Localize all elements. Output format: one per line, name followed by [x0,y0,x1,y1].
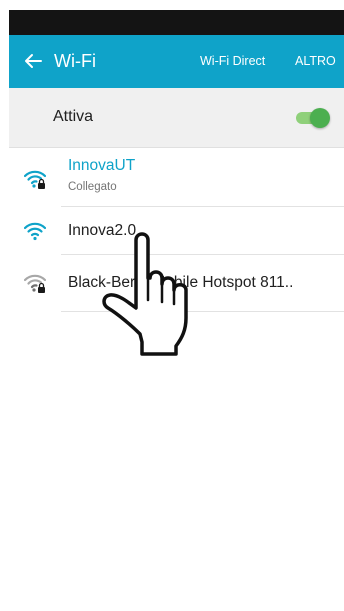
wifi-switch[interactable] [293,107,331,129]
app-bar: Wi-Fi Wi-Fi Direct ALTRO [9,35,344,88]
network-item-innovaut[interactable]: InnovaUT Collegato [9,148,344,206]
wifi-lock-icon [24,170,46,189]
status-bar [9,10,344,35]
wifi-direct-button[interactable]: Wi-Fi Direct [200,53,265,69]
network-status: Collegato [68,181,117,193]
more-button[interactable]: ALTRO [295,53,336,69]
pointing-hand-icon [102,232,188,356]
switch-thumb [310,108,330,128]
network-name: InnovaUT [68,157,136,174]
page-title: Wi-Fi [54,51,96,71]
back-arrow-icon[interactable] [19,47,47,75]
wifi-toggle-row[interactable]: Attiva [9,88,344,148]
wifi-icon [24,222,46,241]
wifi-lock-icon [24,274,46,293]
wifi-toggle-label: Attiva [53,108,94,125]
